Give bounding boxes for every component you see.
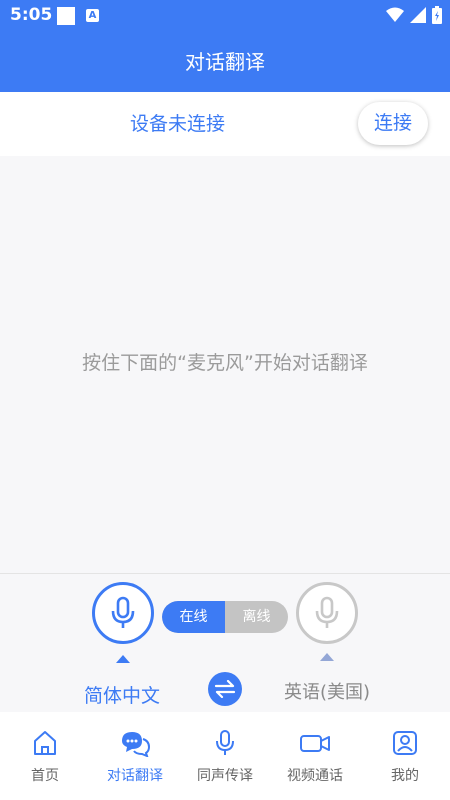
status-bar: 5:05 A bbox=[0, 0, 450, 32]
chat-bubbles-icon bbox=[122, 732, 151, 757]
nav-item-home[interactable]: 首页 bbox=[0, 712, 90, 800]
notification-a-icon: A bbox=[86, 9, 99, 22]
video-camera-icon bbox=[300, 735, 330, 752]
nav-label-home: 首页 bbox=[31, 768, 59, 784]
home-icon bbox=[34, 731, 56, 755]
microphone-icon bbox=[111, 596, 135, 628]
source-language-selector[interactable]: 简体中文 bbox=[62, 681, 182, 708]
nav-label-simultaneous: 同声传译 bbox=[197, 768, 253, 784]
nav-item-simultaneous[interactable]: 同声传译 bbox=[180, 712, 270, 800]
signal-icon bbox=[410, 7, 426, 23]
battery-icon bbox=[432, 6, 442, 24]
source-mic-button[interactable] bbox=[92, 582, 154, 644]
swap-arrows-icon bbox=[214, 680, 236, 698]
source-caret-icon bbox=[116, 655, 130, 663]
mode-online-option[interactable]: 在线 bbox=[162, 601, 225, 633]
notification-square-icon bbox=[57, 7, 75, 25]
target-caret-icon bbox=[320, 653, 334, 661]
target-mic-button[interactable] bbox=[296, 582, 358, 644]
device-bar: 设备未连接 连接 bbox=[0, 92, 450, 156]
status-icons bbox=[386, 6, 442, 24]
control-panel: 在线 离线 简体中文 英语(美国) bbox=[0, 573, 450, 713]
nav-item-mine[interactable]: 我的 bbox=[360, 712, 450, 800]
nav-item-dialog-translate[interactable]: 对话翻译 bbox=[90, 712, 180, 800]
page-title: 对话翻译 bbox=[0, 32, 450, 92]
wifi-icon bbox=[386, 7, 404, 22]
nav-label-mine: 我的 bbox=[391, 768, 419, 784]
hint-text: 按住下面的“麦克风”开始对话翻译 bbox=[82, 352, 368, 374]
mode-toggle[interactable]: 在线 离线 bbox=[162, 601, 288, 633]
bottom-nav: 首页 对话翻译 同声传译 视频通话 我的 bbox=[0, 712, 450, 800]
microphone-icon bbox=[315, 596, 339, 628]
device-status: 设备未连接 bbox=[129, 113, 225, 135]
status-time: 5:05 bbox=[10, 5, 53, 25]
target-language-selector[interactable]: 英语(美国) bbox=[268, 678, 386, 704]
conversation-area: 按住下面的“麦克风”开始对话翻译 bbox=[0, 156, 450, 573]
nav-label-dialog-translate: 对话翻译 bbox=[107, 768, 163, 784]
mode-offline-option[interactable]: 离线 bbox=[225, 601, 288, 633]
swap-languages-button[interactable] bbox=[208, 672, 242, 706]
nav-item-video-call[interactable]: 视频通话 bbox=[270, 712, 360, 800]
nav-label-video-call: 视频通话 bbox=[287, 768, 343, 784]
connect-button[interactable]: 连接 bbox=[358, 102, 428, 145]
microphone-icon bbox=[216, 730, 234, 755]
user-profile-icon bbox=[393, 731, 417, 755]
